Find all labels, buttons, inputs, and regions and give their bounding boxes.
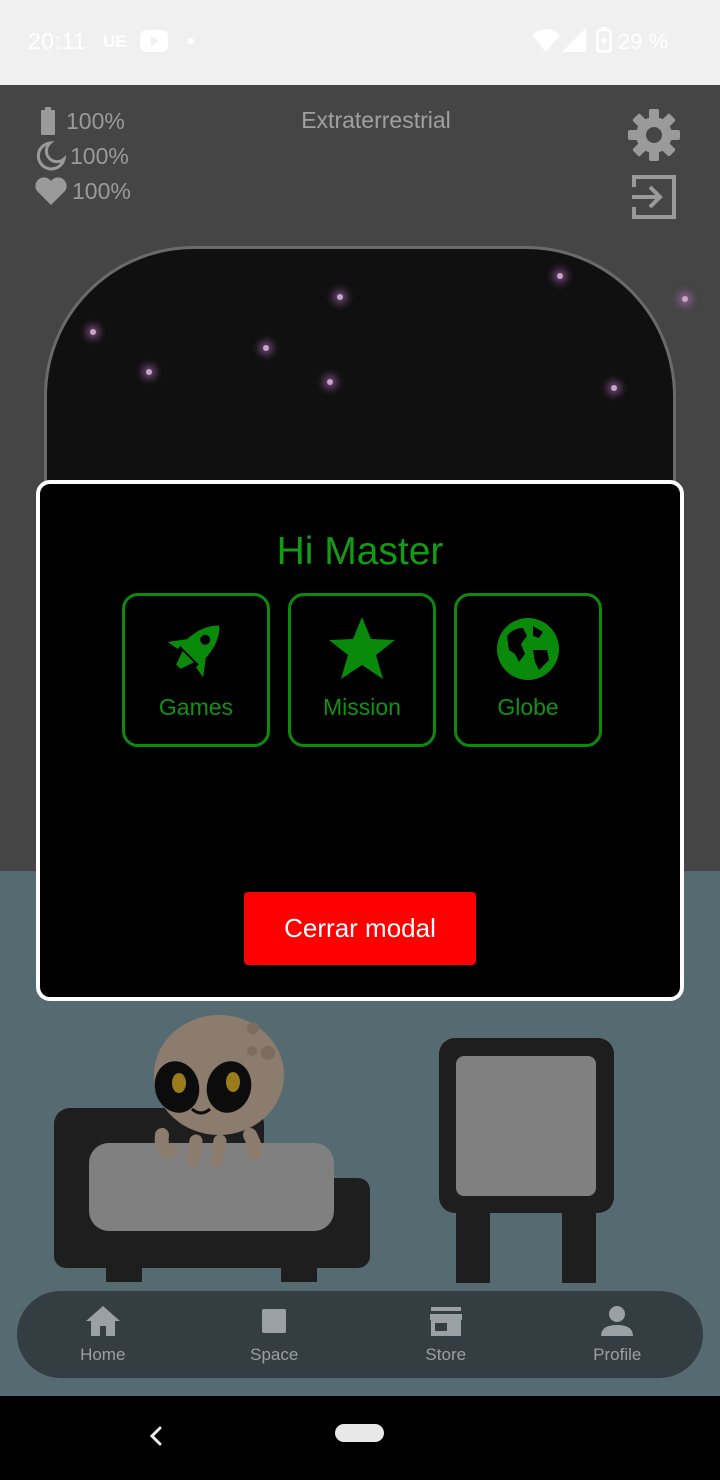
close-modal-button[interactable]: Cerrar modal	[244, 892, 476, 965]
rocket-icon	[167, 625, 220, 678]
globe-icon	[497, 618, 559, 680]
option-label: Games	[158, 694, 234, 720]
modal-overlay: Hi Master Games Mission Globe Cerrar mod…	[0, 0, 720, 1480]
modal-title: Hi Master	[276, 530, 444, 573]
option-label: Globe	[497, 694, 559, 720]
games-button[interactable]: Games	[122, 593, 270, 747]
option-label: Mission	[323, 694, 401, 720]
star-icon	[329, 617, 395, 679]
modal: Hi Master Games Mission Globe Cerrar mod…	[36, 480, 684, 1001]
mission-button[interactable]: Mission	[288, 593, 436, 747]
globe-button[interactable]: Globe	[454, 593, 602, 747]
